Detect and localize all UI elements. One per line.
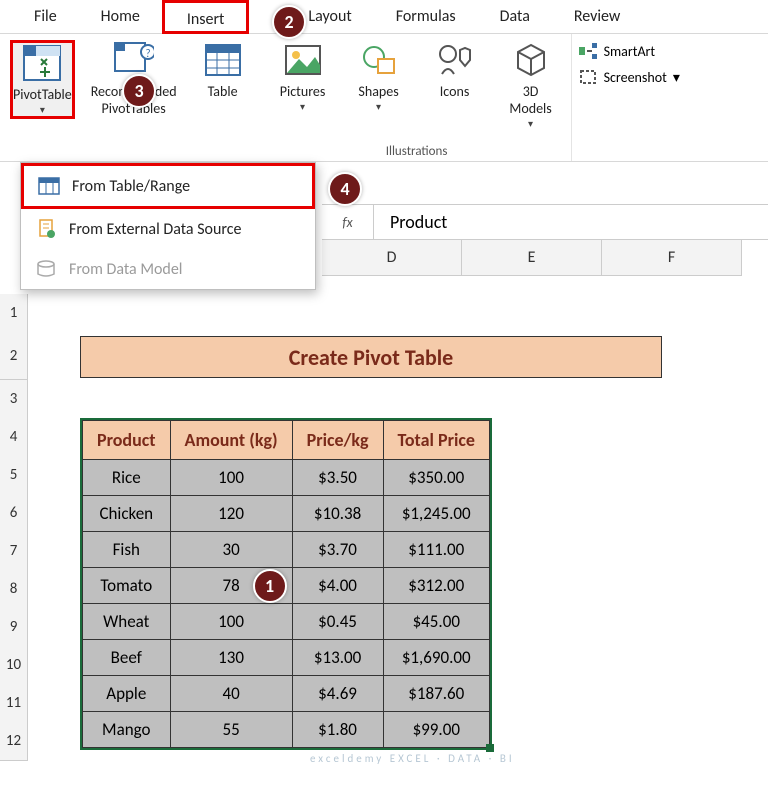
row-7[interactable]: 7 [0,532,28,571]
table-icon [203,40,243,80]
from-external-label: From External Data Source [69,220,241,239]
col-D[interactable]: D [322,240,462,276]
row-6[interactable]: 6 [0,494,28,533]
column-headers: D E F [322,240,768,276]
col-E[interactable]: E [462,240,602,276]
smartart-label: SmartArt [604,43,656,60]
table-row[interactable]: Wheat100$0.45$45.00 [83,604,490,640]
tab-formulas[interactable]: Formulas [374,0,478,34]
smartart-group: SmartArt Screenshot ▾ [572,34,686,161]
callout-badge-1: 1 [253,569,287,603]
external-source-icon [35,219,57,239]
row-3[interactable]: 3 [0,380,28,419]
row-5[interactable]: 5 [0,456,28,495]
data-model-icon [35,259,57,279]
formula-bar: fx Product [322,204,768,240]
row-9[interactable]: 9 [0,608,28,647]
table-row[interactable]: Fish30$3.70$111.00 [83,532,490,568]
th-total: Total Price [383,421,489,460]
row-4[interactable]: 4 [0,418,28,457]
watermark: exceldemy EXCEL · DATA · BI [310,752,515,765]
row-1[interactable]: 1 [0,294,28,333]
tab-file[interactable]: File [12,0,79,34]
table-row[interactable]: Rice100$3.50$350.00 [83,460,490,496]
chevron-down-icon: ▾ [528,118,533,130]
th-amount: Amount (kg) [170,421,292,460]
smartart-button[interactable]: SmartArt [578,42,680,60]
th-price: Price/kg [292,421,383,460]
chevron-down-icon: ▾ [376,101,381,113]
screenshot-icon [578,68,598,86]
callout-badge-2: 2 [272,5,306,39]
pictures-icon [283,40,323,80]
table-range-icon [38,176,60,196]
pivot-table-label: PivotTable [13,87,72,104]
pictures-button[interactable]: Pictures ▾ [273,40,333,130]
callout-badge-4: 4 [328,172,362,206]
chevron-down-icon: ▾ [40,104,45,116]
3d-models-label: 3D Models [509,84,551,118]
screenshot-button[interactable]: Screenshot ▾ [578,68,680,86]
selection-handle[interactable] [486,744,494,752]
from-external-item[interactable]: From External Data Source [21,209,315,249]
illustrations-group-label: Illustrations [386,140,448,159]
tab-review[interactable]: Review [552,0,643,34]
row-10[interactable]: 10 [0,646,28,685]
from-data-model-item: From Data Model [21,249,315,289]
icons-icon [435,40,475,80]
row-12[interactable]: 12 [0,722,28,761]
formula-value[interactable]: Product [374,211,447,233]
row-8[interactable]: 8 [0,570,28,609]
col-F[interactable]: F [602,240,742,276]
callout-badge-3: 3 [122,74,156,108]
tab-home[interactable]: Home [79,0,162,34]
row-11[interactable]: 11 [0,684,28,723]
table-row[interactable]: Mango55$1.80$99.00 [83,712,490,748]
tab-data[interactable]: Data [478,0,552,34]
icons-label: Icons [440,84,470,101]
smartart-icon [578,42,598,60]
from-data-model-label: From Data Model [69,260,182,279]
chevron-down-icon: ▾ [300,101,305,113]
shapes-button[interactable]: Shapes ▾ [349,40,409,130]
fx-icon[interactable]: fx [322,205,374,239]
from-table-range-item[interactable]: From Table/Range [21,163,315,209]
table-button[interactable]: Table [193,40,253,119]
tab-page-layout[interactable]: ge Layout [249,0,373,34]
th-product: Product [83,421,171,460]
shapes-icon [359,40,399,80]
pictures-label: Pictures [280,84,326,101]
table-header-row: Product Amount (kg) Price/kg Total Price [83,421,490,460]
chevron-down-icon: ▾ [673,69,680,86]
3d-models-button[interactable]: 3D Models ▾ [501,40,561,130]
from-table-range-label: From Table/Range [72,177,190,196]
pivot-table-button[interactable]: PivotTable ▾ [10,40,75,119]
table-row[interactable]: Apple40$4.69$187.60 [83,676,490,712]
ribbon-tabs: File Home Insert ge Layout Formulas Data… [0,0,768,34]
table-row[interactable]: Beef130$13.00$1,690.00 [83,640,490,676]
icons-button[interactable]: Icons [425,40,485,130]
shapes-label: Shapes [358,84,398,101]
row-2[interactable]: 2 [0,332,28,380]
ribbon-body: PivotTable ▾ ? Recommended PivotTables T… [0,34,768,162]
svg-text:?: ? [145,47,150,60]
table-row[interactable]: Chicken120$10.38$1,245.00 [83,496,490,532]
cube-icon [511,40,551,80]
screenshot-label: Screenshot [604,69,667,86]
pivot-dropdown: From Table/Range From External Data Sour… [20,162,316,290]
pivot-table-icon [22,43,62,83]
tab-insert[interactable]: Insert [162,0,250,34]
sheet-title: Create Pivot Table [80,336,662,378]
table-label: Table [208,84,238,101]
